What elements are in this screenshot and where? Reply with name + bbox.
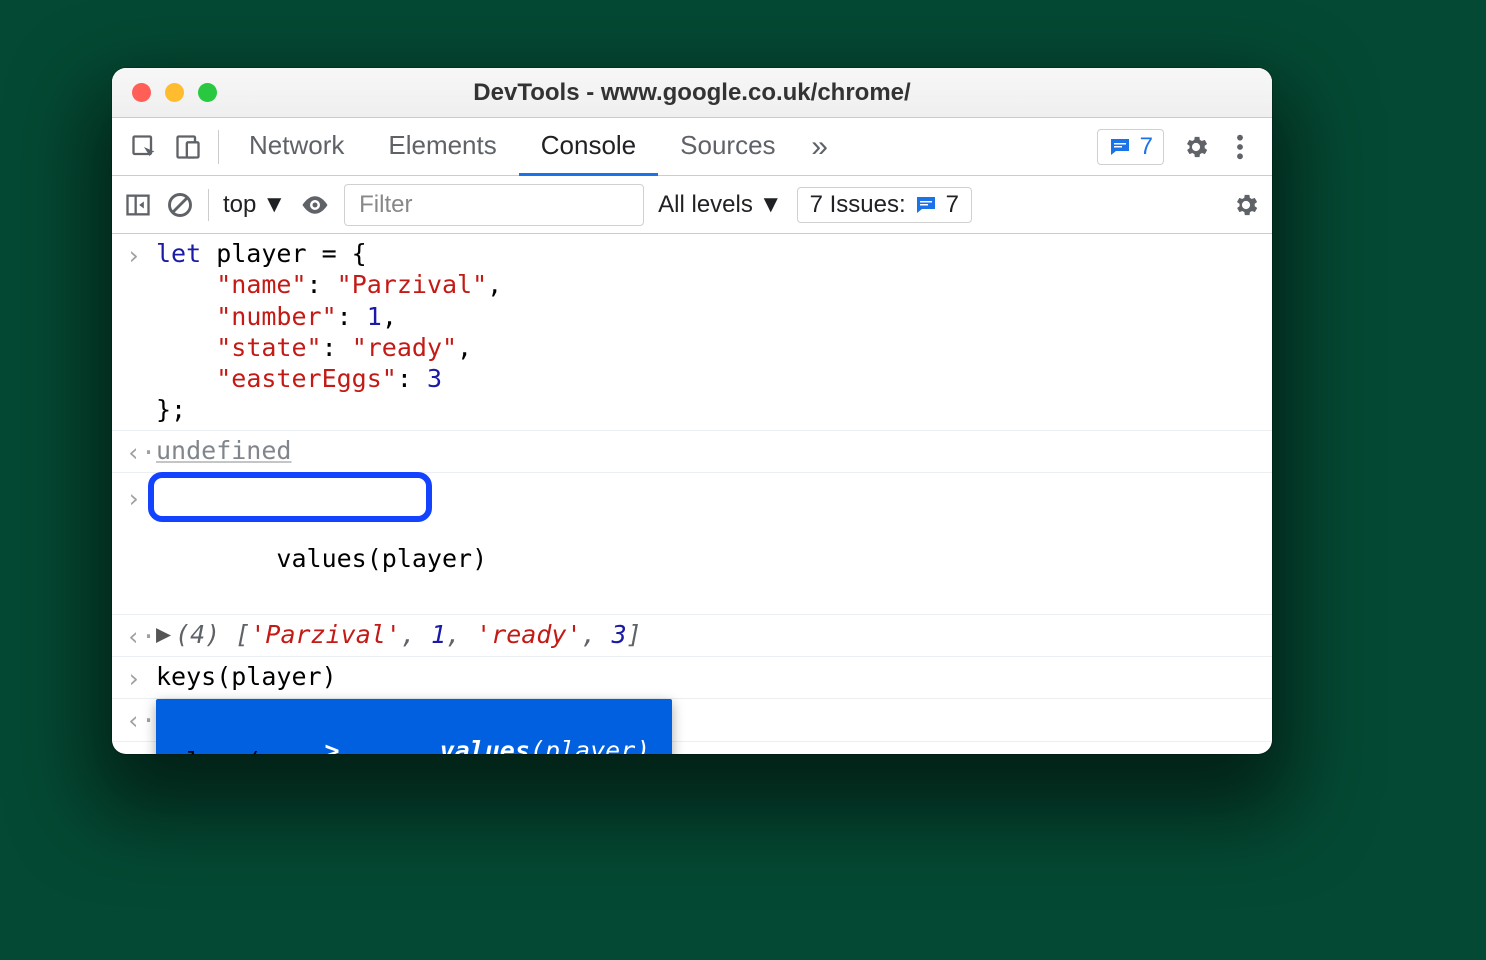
window-title: DevTools - www.google.co.uk/chrome/ bbox=[112, 79, 1272, 107]
separator bbox=[208, 189, 209, 221]
inspect-element-icon[interactable] bbox=[122, 127, 166, 167]
expand-icon[interactable]: ▶ bbox=[156, 618, 171, 649]
device-toolbar-icon[interactable] bbox=[166, 127, 210, 167]
undefined-value: undefined bbox=[156, 436, 291, 465]
messages-badge[interactable]: 7 bbox=[1097, 129, 1164, 165]
toggle-sidebar-icon[interactable] bbox=[124, 191, 152, 219]
console-toolbar: top ▼ Filter All levels ▼ 7 Issues: 7 bbox=[112, 176, 1272, 234]
console-settings-icon[interactable] bbox=[1232, 191, 1260, 219]
console-result-entry: ‹· >values(player) xxxxxxxxxxxxxxxxxxxxx… bbox=[112, 698, 1272, 740]
tab-elements[interactable]: Elements bbox=[366, 118, 518, 176]
input-chevron-icon: › bbox=[126, 481, 156, 606]
log-levels-selector[interactable]: All levels ▼ bbox=[658, 191, 782, 219]
chevron-down-icon: ▼ bbox=[262, 191, 286, 219]
titlebar: DevTools - www.google.co.uk/chrome/ bbox=[112, 68, 1272, 118]
message-icon bbox=[1108, 135, 1132, 159]
console-output[interactable]: › let player = { "name": "Parzival", "nu… bbox=[112, 234, 1272, 754]
window-controls bbox=[132, 83, 217, 102]
execution-context-selector[interactable]: top ▼ bbox=[223, 191, 286, 219]
issues-badge[interactable]: 7 Issues: 7 bbox=[797, 187, 972, 223]
log-levels-label: All levels bbox=[658, 191, 753, 219]
message-icon bbox=[914, 193, 938, 217]
clear-console-icon[interactable] bbox=[166, 191, 194, 219]
panel-tabbar: Network Elements Console Sources » 7 bbox=[112, 118, 1272, 176]
devtools-window: DevTools - www.google.co.uk/chrome/ Netw… bbox=[112, 68, 1272, 754]
issues-label: 7 Issues: bbox=[810, 191, 906, 219]
chevron-down-icon: ▼ bbox=[759, 191, 783, 219]
highlight-annotation bbox=[148, 472, 432, 522]
settings-icon[interactable] bbox=[1174, 127, 1218, 167]
prompt-chevron-icon: › bbox=[126, 746, 156, 755]
code: keys(player) bbox=[156, 662, 337, 691]
console-input-entry: › values(player) bbox=[112, 472, 1272, 614]
issues-count: 7 bbox=[946, 191, 959, 219]
messages-count: 7 bbox=[1140, 133, 1153, 161]
console-result-entry: ‹· undefined bbox=[112, 430, 1272, 472]
more-tabs-button[interactable]: » bbox=[798, 127, 842, 167]
tab-network[interactable]: Network bbox=[227, 118, 366, 176]
close-window-button[interactable] bbox=[132, 83, 151, 102]
output-chevron-icon: ‹· bbox=[126, 703, 156, 736]
input-chevron-icon: › bbox=[126, 661, 156, 694]
tab-sources[interactable]: Sources bbox=[658, 118, 797, 176]
filter-input[interactable]: Filter bbox=[344, 184, 644, 226]
input-text[interactable]: values( bbox=[156, 747, 261, 755]
output-chevron-icon: ‹· bbox=[126, 619, 156, 652]
console-result-entry: ‹· ▶(4) ['Parzival', 1, 'ready', 3] bbox=[112, 614, 1272, 656]
output-chevron-icon: ‹· bbox=[126, 435, 156, 468]
execution-context-label: top bbox=[223, 191, 256, 219]
tab-console[interactable]: Console bbox=[519, 118, 658, 176]
filter-placeholder: Filter bbox=[359, 191, 412, 219]
input-chevron-icon: › bbox=[126, 238, 156, 426]
kebab-menu-icon[interactable] bbox=[1218, 127, 1262, 167]
separator bbox=[218, 130, 219, 164]
zoom-window-button[interactable] bbox=[198, 83, 217, 102]
minimize-window-button[interactable] bbox=[165, 83, 184, 102]
console-input-entry: › let player = { "name": "Parzival", "nu… bbox=[112, 234, 1272, 430]
live-expression-icon[interactable] bbox=[300, 190, 330, 220]
code: let player = { "name": "Parzival", "numb… bbox=[156, 238, 1264, 426]
code: values(player) bbox=[276, 544, 487, 573]
console-input-entry: › keys(player) bbox=[112, 656, 1272, 698]
